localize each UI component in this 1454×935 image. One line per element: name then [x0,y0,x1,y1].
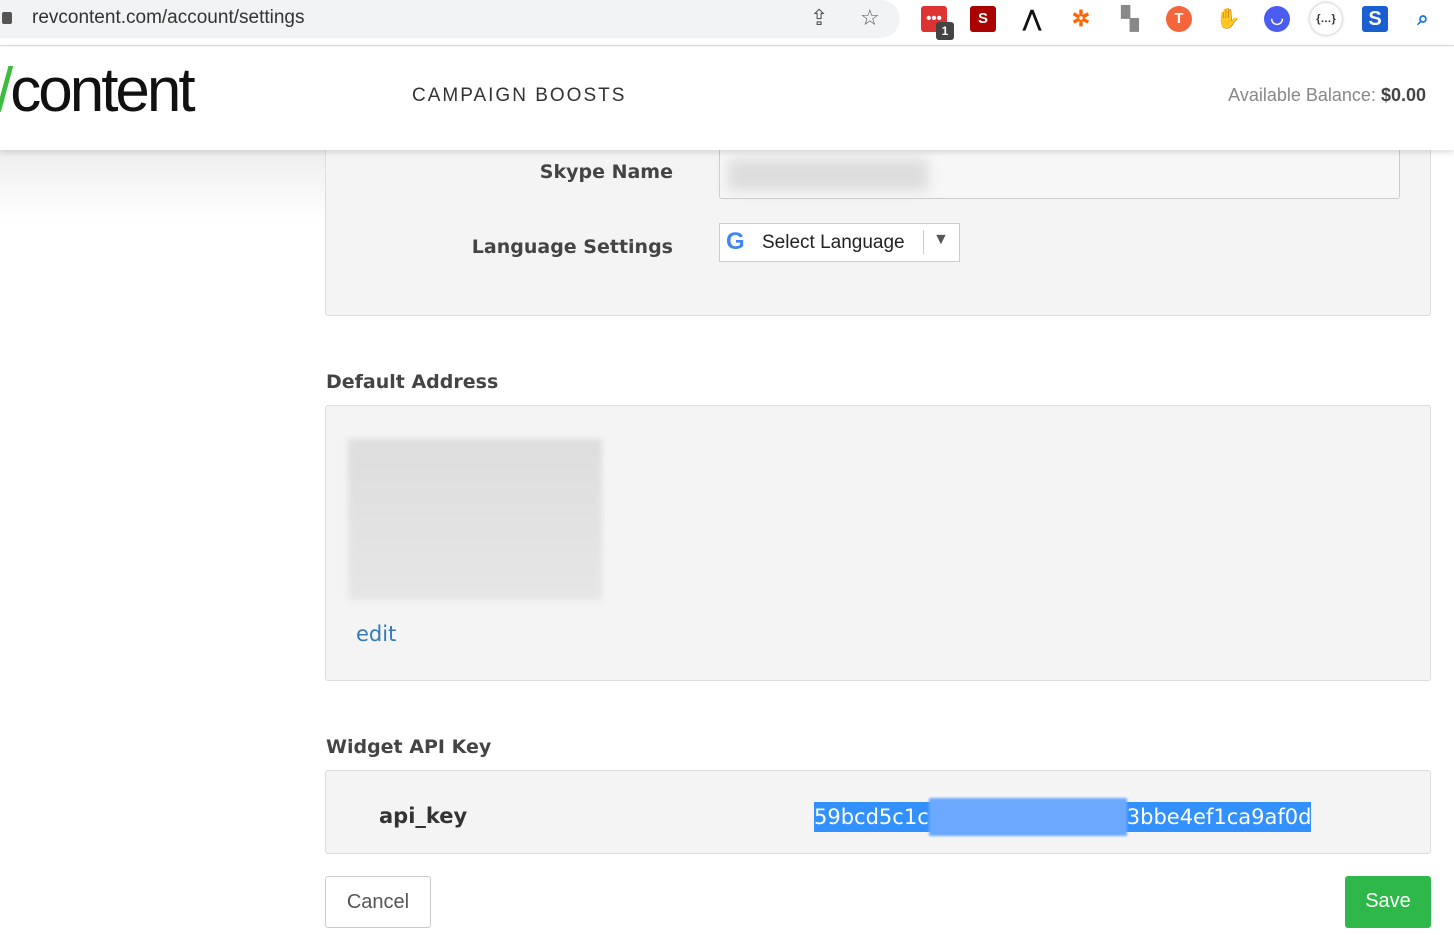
smile-extension-icon[interactable]: ◡ [1264,6,1290,32]
default-address-title: Default Address [326,371,499,393]
available-balance: Available Balance: $0.00 [1228,85,1426,106]
json-extension-icon[interactable]: {…} [1310,3,1342,35]
browser-toolbar: revcontent.com/account/settings ⇪ ☆ ••• … [0,0,1454,46]
address-bar[interactable]: revcontent.com/account/settings ⇪ ☆ [0,0,900,38]
api-key-redacted [928,798,1127,836]
api-key-value[interactable]: 59bcd5c1c 3bbe4ef1ca9af0d [814,798,1312,836]
s-blue-extension-icon[interactable]: S [1362,6,1388,32]
language-settings-label: Language Settings [471,236,673,258]
edit-address-link[interactable]: edit [356,622,396,646]
balance-value: $0.00 [1380,85,1426,105]
a-extension-icon[interactable]: ⋀ [1019,6,1045,32]
widget-api-key-title: Widget API Key [326,736,492,758]
hand-extension-icon[interactable]: ✋ [1215,6,1241,32]
api-key-end: 3bbe4ef1ca9af0d [1126,805,1312,829]
share-icon[interactable]: ⇪ [810,6,828,31]
tag-extension-icon[interactable]: ⌕ [1410,6,1436,32]
revcontent-logo[interactable]: /content [0,55,196,126]
lock-icon [2,12,12,24]
balance-label: Available Balance: [1228,85,1376,105]
site-header: /content CAMPAIGN BOOSTS Available Balan… [0,47,1454,150]
url-text[interactable]: revcontent.com/account/settings [32,7,304,29]
skype-name-label: Skype Name [539,161,673,183]
extension-badge: 1 [936,22,954,40]
bookmark-star-icon[interactable]: ☆ [860,6,880,31]
s-extension-icon[interactable]: S [970,6,996,32]
nav-campaign-boosts[interactable]: CAMPAIGN BOOSTS [412,85,626,107]
google-icon: G [726,228,745,255]
address-redacted [348,439,602,600]
save-button[interactable]: Save [1345,876,1431,928]
gray-extension-icon[interactable]: ▚ [1117,6,1143,32]
language-select[interactable]: G Select Language ▼ [719,223,960,262]
hubspot-extension-icon[interactable]: ✲ [1068,6,1094,32]
cancel-button[interactable]: Cancel [325,876,431,928]
api-key-label: api_key [379,804,468,828]
api-key-start: 59bcd5c1c [814,805,929,829]
dropdown-arrow-icon: ▼ [933,231,949,248]
sidebar [0,150,325,220]
language-select-value: Select Language [762,232,905,253]
t-extension-icon[interactable]: T [1166,6,1192,32]
